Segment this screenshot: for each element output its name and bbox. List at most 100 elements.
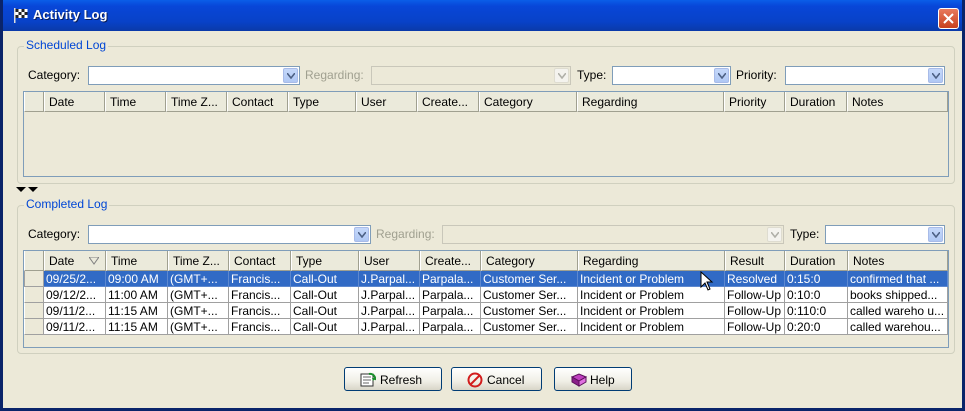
row-gutter[interactable] bbox=[24, 319, 44, 335]
cell-result: Follow-Up bbox=[725, 319, 785, 335]
table-row[interactable]: 09/12/2... 11:00 AM (GMT+... Francis... Call… bbox=[24, 287, 948, 303]
help-button[interactable]: Help bbox=[554, 367, 632, 391]
dropdown-arrow[interactable] bbox=[554, 68, 569, 83]
scheduled-log-group: Scheduled Log Category: Regarding: Type:… bbox=[17, 38, 955, 184]
close-icon bbox=[943, 13, 954, 24]
cancel-button[interactable]: Cancel bbox=[451, 367, 542, 391]
cell-date: 09/12/2... bbox=[44, 287, 106, 303]
completed-log-table[interactable]: Date Time Time Z... Contact Type User Cr… bbox=[23, 250, 949, 348]
col-type[interactable]: Type bbox=[291, 251, 359, 271]
completed-type-label: Type: bbox=[790, 227, 820, 241]
table-row[interactable]: 09/25/2... 09:00 AM (GMT+... Francis... Call… bbox=[24, 271, 948, 287]
col-regarding[interactable]: Regarding bbox=[578, 251, 725, 271]
cell-type: Call-Out bbox=[291, 271, 359, 287]
cell-time: 11:15 AM bbox=[106, 319, 168, 335]
cell-contact: Francis... bbox=[229, 271, 291, 287]
completed-category-dropdown[interactable] bbox=[88, 225, 371, 244]
col-regarding[interactable]: Regarding bbox=[577, 92, 724, 112]
cell-contact: Francis... bbox=[229, 287, 291, 303]
completed-regarding-dropdown[interactable] bbox=[442, 225, 784, 244]
cell-date: 09/11/2... bbox=[44, 303, 106, 319]
col-category[interactable]: Category bbox=[481, 251, 578, 271]
col-user[interactable]: User bbox=[356, 92, 417, 112]
col-priority[interactable]: Priority bbox=[724, 92, 785, 112]
dropdown-arrow[interactable] bbox=[283, 68, 298, 83]
completed-type-dropdown[interactable] bbox=[825, 225, 945, 244]
row-gutter[interactable] bbox=[24, 271, 44, 287]
col-timezone[interactable]: Time Z... bbox=[166, 92, 227, 112]
cell-duration: 0:15:0 bbox=[785, 271, 848, 287]
cell-contact: Francis... bbox=[229, 319, 291, 335]
cell-regarding: Incident or Problem bbox=[578, 319, 725, 335]
col-contact[interactable]: Contact bbox=[229, 251, 291, 271]
refresh-button-label: Refresh bbox=[380, 373, 423, 387]
completed-table-header: Date Time Time Z... Contact Type User Cr… bbox=[24, 251, 948, 271]
refresh-button[interactable]: Refresh bbox=[344, 367, 442, 391]
dropdown-arrow[interactable] bbox=[767, 227, 782, 242]
chevron-down-icon bbox=[558, 73, 566, 79]
table-row[interactable]: 09/11/2... 11:15 AM (GMT+... Francis... Call… bbox=[24, 303, 948, 319]
col-created[interactable]: Create... bbox=[420, 251, 481, 271]
chevron-down-icon bbox=[287, 73, 295, 79]
scheduled-regarding-dropdown[interactable] bbox=[371, 66, 571, 85]
checkered-flag-icon bbox=[14, 8, 28, 23]
dropdown-arrow[interactable] bbox=[928, 68, 943, 83]
cell-timezone: (GMT+... bbox=[168, 271, 229, 287]
cell-timezone: (GMT+... bbox=[168, 319, 229, 335]
col-notes[interactable]: Notes bbox=[847, 92, 948, 112]
cell-type: Call-Out bbox=[291, 287, 359, 303]
col-type[interactable]: Type bbox=[288, 92, 356, 112]
col-date[interactable]: Date bbox=[44, 92, 105, 112]
cell-notes: books shipped... bbox=[848, 287, 948, 303]
close-button[interactable] bbox=[938, 8, 959, 29]
col-time[interactable]: Time bbox=[105, 92, 166, 112]
col-result[interactable]: Result bbox=[725, 251, 785, 271]
completed-regarding-label: Regarding: bbox=[376, 227, 435, 241]
col-created[interactable]: Create... bbox=[417, 92, 479, 112]
col-timezone[interactable]: Time Z... bbox=[168, 251, 229, 271]
cancel-icon bbox=[467, 372, 483, 388]
cell-created: Parpala... bbox=[420, 271, 481, 287]
scheduled-category-dropdown[interactable] bbox=[88, 66, 300, 85]
cell-timezone: (GMT+... bbox=[168, 303, 229, 319]
mouse-cursor-icon bbox=[700, 271, 714, 291]
col-user[interactable]: User bbox=[359, 251, 420, 271]
row-gutter[interactable] bbox=[24, 287, 44, 303]
col-date-label: Date bbox=[49, 254, 75, 268]
cell-type: Call-Out bbox=[291, 319, 359, 335]
cell-duration: 0:10:0 bbox=[785, 287, 848, 303]
cell-timezone: (GMT+... bbox=[168, 287, 229, 303]
col-contact[interactable]: Contact bbox=[227, 92, 288, 112]
col-notes[interactable]: Notes bbox=[848, 251, 948, 271]
scheduled-table-header: Date Time Time Z... Contact Type User Cr… bbox=[24, 92, 948, 112]
dropdown-arrow[interactable] bbox=[928, 227, 943, 242]
cell-notes: confirmed that ... bbox=[848, 271, 948, 287]
chevron-down-icon bbox=[718, 73, 726, 79]
dropdown-arrow[interactable] bbox=[354, 227, 369, 242]
cell-created: Parpala... bbox=[420, 303, 481, 319]
row-gutter[interactable] bbox=[24, 303, 44, 319]
scheduled-priority-dropdown[interactable] bbox=[785, 66, 945, 85]
cell-category: Customer Ser... bbox=[481, 287, 578, 303]
dropdown-arrow[interactable] bbox=[714, 68, 729, 83]
chevron-down-icon bbox=[932, 73, 940, 79]
col-category[interactable]: Category bbox=[479, 92, 577, 112]
col-time[interactable]: Time bbox=[106, 251, 168, 271]
scheduled-type-label: Type: bbox=[577, 68, 607, 82]
col-duration[interactable]: Duration bbox=[785, 251, 848, 271]
cell-category: Customer Ser... bbox=[481, 319, 578, 335]
col-date[interactable]: Date bbox=[44, 251, 106, 271]
header-gutter bbox=[24, 92, 44, 112]
cell-time: 11:00 AM bbox=[106, 287, 168, 303]
title-bar[interactable]: Activity Log bbox=[3, 0, 962, 31]
cell-date: 09/25/2... bbox=[44, 271, 106, 287]
header-gutter bbox=[24, 251, 44, 271]
cell-notes: called warehou... bbox=[848, 319, 948, 335]
scheduled-type-dropdown[interactable] bbox=[612, 66, 731, 85]
cell-type: Call-Out bbox=[291, 303, 359, 319]
splitter-arrows-icon[interactable] bbox=[15, 186, 41, 194]
scheduled-log-table[interactable]: Date Time Time Z... Contact Type User Cr… bbox=[23, 91, 949, 177]
table-row[interactable]: 09/11/2... 11:15 AM (GMT+... Francis... Call… bbox=[24, 319, 948, 335]
help-button-label: Help bbox=[590, 373, 615, 387]
col-duration[interactable]: Duration bbox=[785, 92, 847, 112]
